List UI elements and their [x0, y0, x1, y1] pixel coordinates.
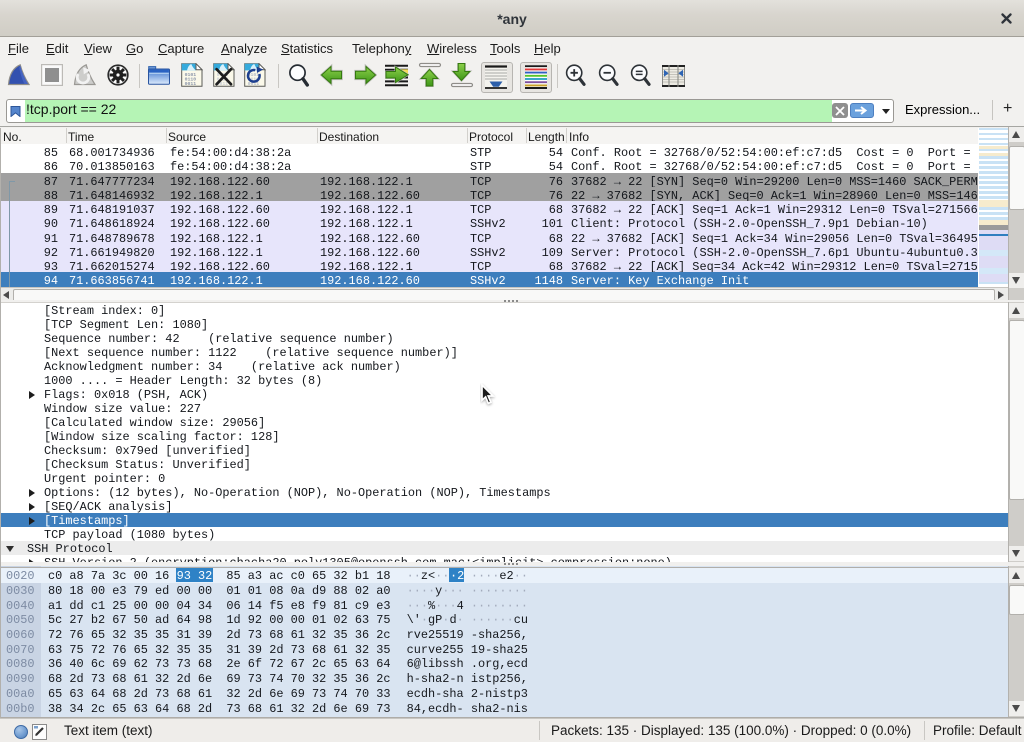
- svg-text:0011: 0011: [185, 81, 197, 87]
